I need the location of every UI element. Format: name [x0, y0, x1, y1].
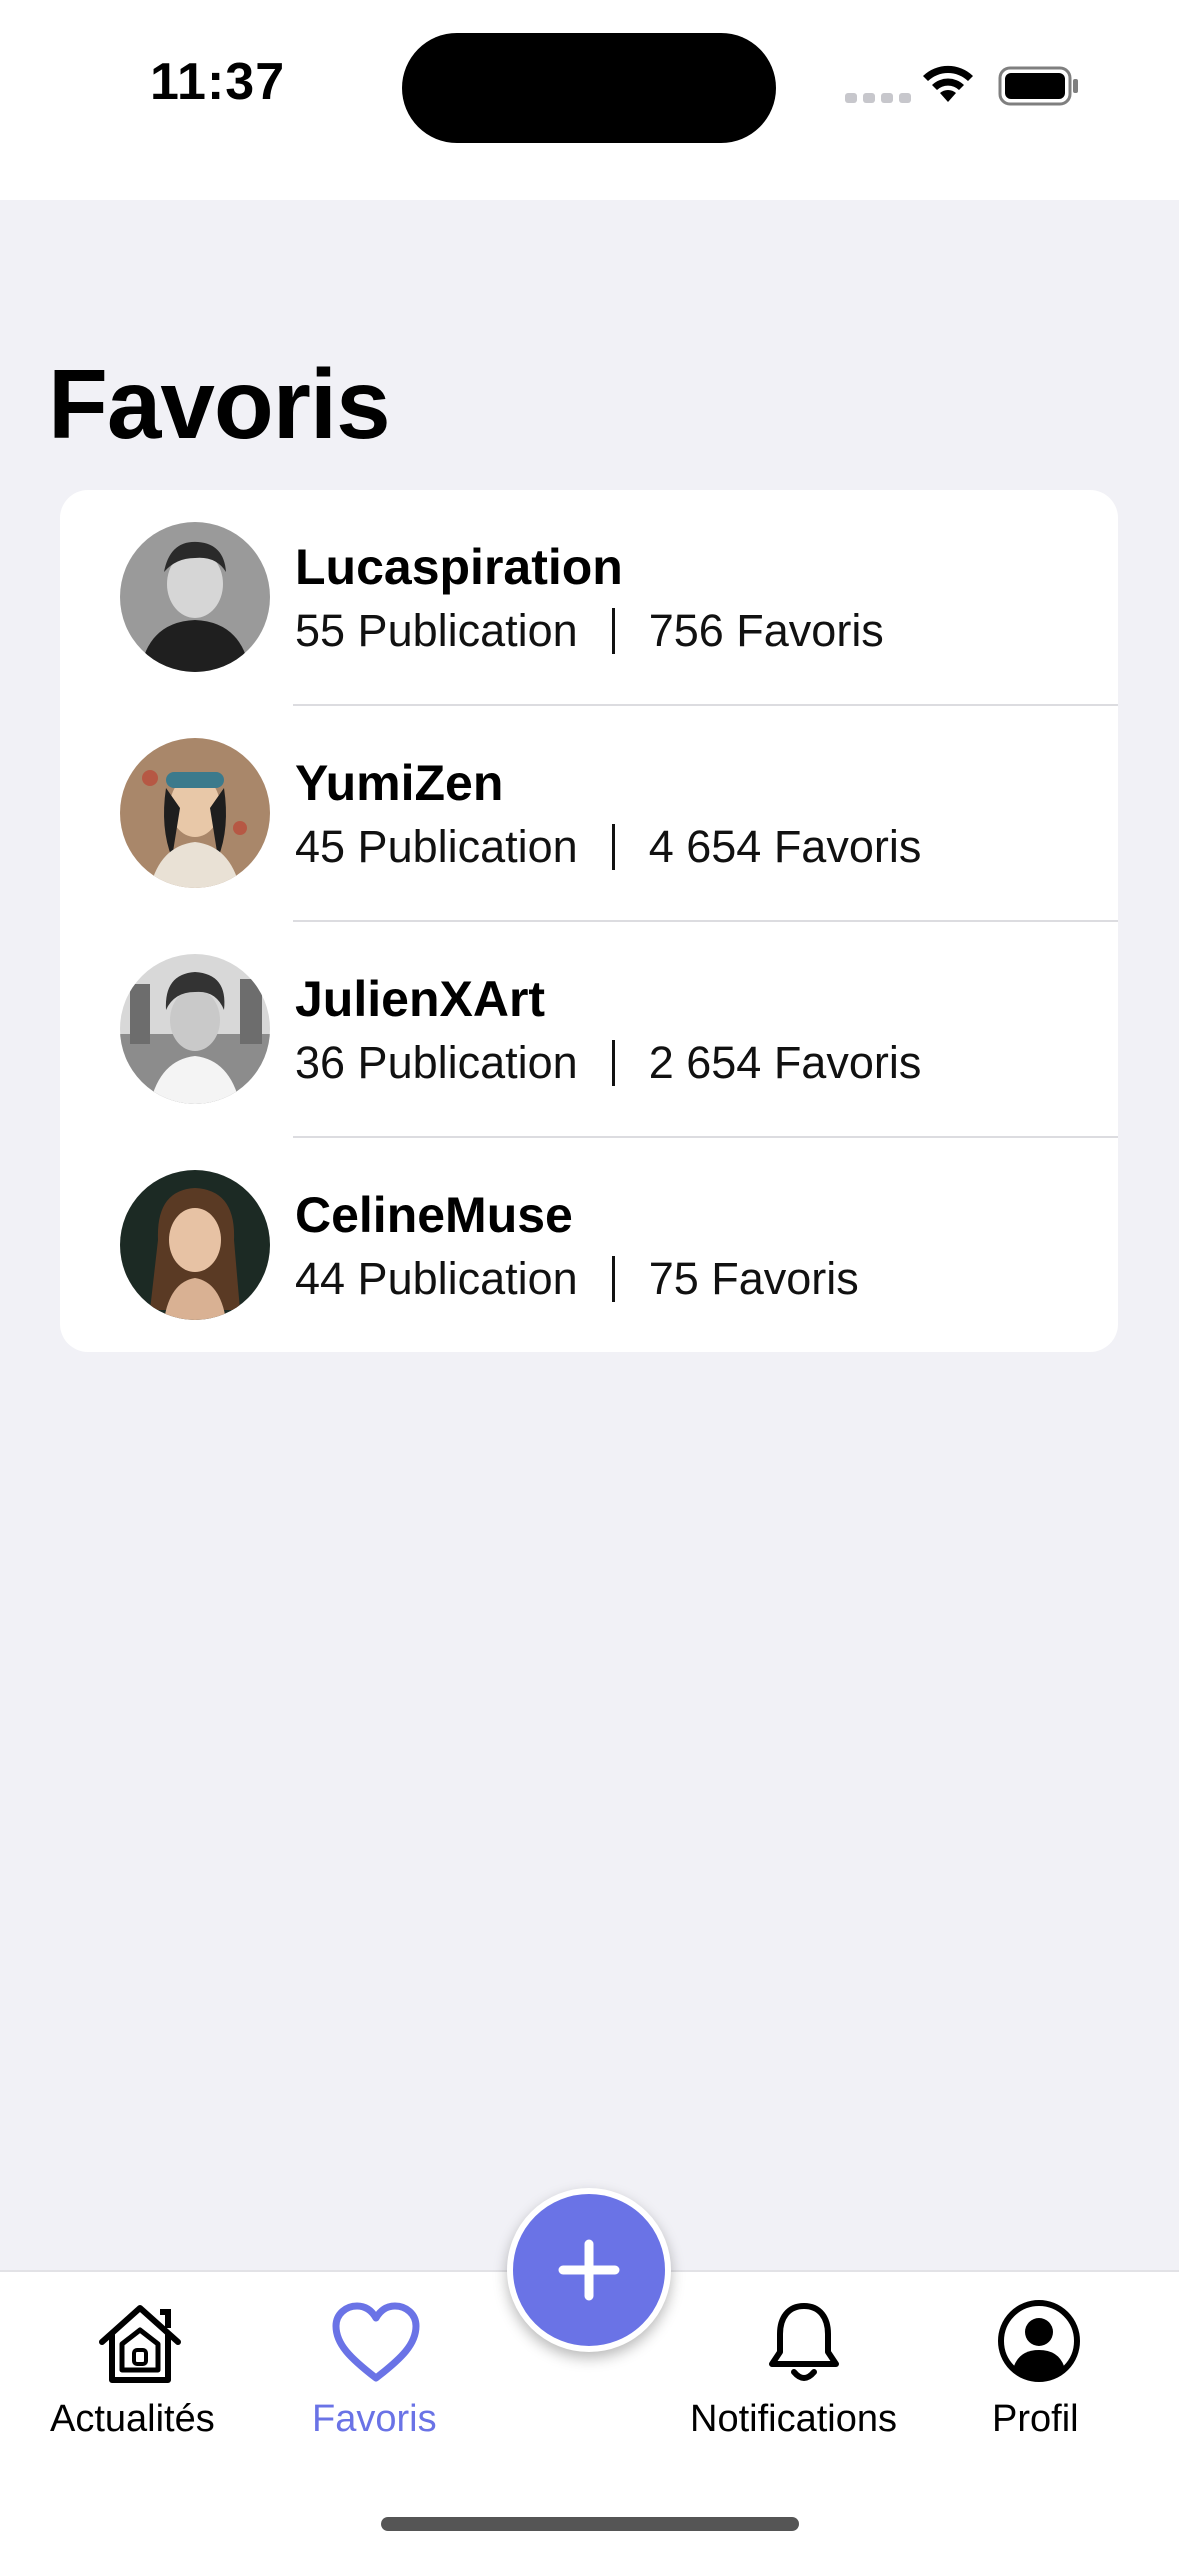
username: JulienXArt	[295, 971, 546, 1027]
dynamic-island	[402, 33, 776, 143]
user-stats: 44 Publication 75 Favoris	[295, 1253, 859, 1305]
wifi-icon	[923, 65, 973, 102]
add-button[interactable]	[507, 2188, 671, 2352]
status-time: 11:37	[150, 53, 286, 111]
tab-actualites[interactable]: Actualités	[40, 2272, 240, 2472]
bell-icon	[769, 2303, 839, 2381]
profile-icon	[998, 2300, 1080, 2382]
username: YumiZen	[295, 755, 504, 811]
favoris-count: 75 Favoris	[648, 1253, 859, 1304]
heart-icon	[332, 2302, 420, 2382]
plus-icon	[558, 2239, 620, 2301]
stats-separator	[611, 608, 615, 654]
list-item[interactable]: CelineMuse 44 Publication 75 Favoris	[60, 1138, 1118, 1352]
user-stats: 55 Publication 756 Favoris	[295, 605, 884, 657]
tab-notifications[interactable]: Notifications	[680, 2272, 930, 2472]
list-item[interactable]: Lucaspiration 55 Publication 756 Favoris	[60, 490, 1118, 706]
publication-count: 36 Publication	[295, 1037, 578, 1088]
status-bar: 11:37	[0, 0, 1179, 200]
tab-label: Profil	[992, 2398, 1079, 2440]
favorites-list: Lucaspiration 55 Publication 756 Favoris…	[60, 490, 1118, 1352]
favoris-count: 2 654 Favoris	[648, 1037, 922, 1088]
avatar	[120, 954, 270, 1104]
list-item[interactable]: JulienXArt 36 Publication 2 654 Favoris	[60, 922, 1118, 1138]
cellular-signal-icon	[845, 93, 911, 103]
favoris-count: 4 654 Favoris	[648, 821, 922, 872]
favoris-count: 756 Favoris	[648, 605, 884, 656]
tab-label: Favoris	[312, 2398, 437, 2440]
tab-favoris[interactable]: Favoris	[290, 2272, 460, 2472]
home-icon	[99, 2305, 181, 2383]
publication-count: 44 Publication	[295, 1253, 578, 1304]
list-item[interactable]: YumiZen 45 Publication 4 654 Favoris	[60, 706, 1118, 922]
stats-separator	[611, 824, 615, 870]
avatar	[120, 1170, 270, 1320]
user-stats: 36 Publication 2 654 Favoris	[295, 1037, 921, 1089]
tab-profil[interactable]: Profil	[970, 2272, 1110, 2472]
tab-label: Actualités	[50, 2398, 215, 2440]
publication-count: 45 Publication	[295, 821, 578, 872]
home-indicator	[381, 2517, 799, 2531]
page-title: Favoris	[48, 349, 391, 459]
avatar	[120, 738, 270, 888]
user-stats: 45 Publication 4 654 Favoris	[295, 821, 921, 873]
publication-count: 55 Publication	[295, 605, 578, 656]
username: CelineMuse	[295, 1187, 573, 1243]
avatar	[120, 522, 270, 672]
stats-separator	[611, 1040, 615, 1086]
battery-icon	[998, 66, 1078, 106]
tab-label: Notifications	[690, 2398, 897, 2440]
username: Lucaspiration	[295, 539, 623, 595]
stats-separator	[611, 1256, 615, 1302]
